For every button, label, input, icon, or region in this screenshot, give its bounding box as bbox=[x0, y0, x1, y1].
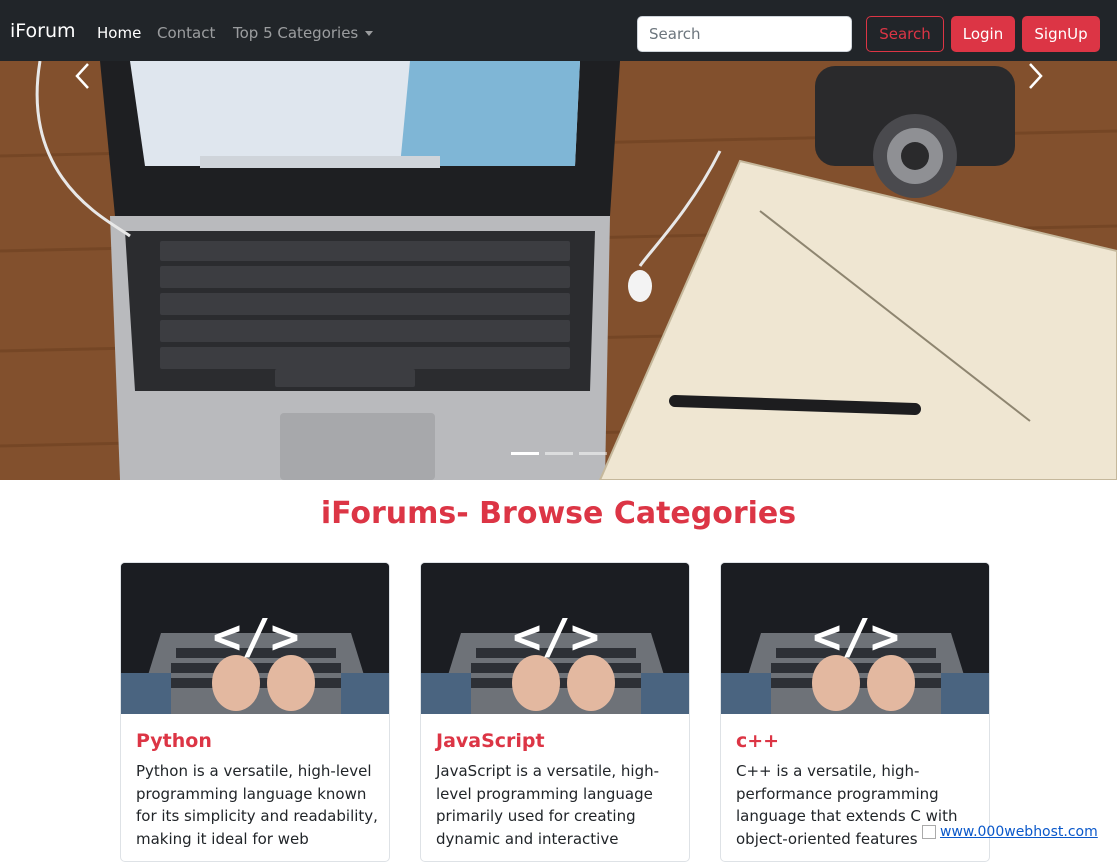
category-card: </> JavaScript JavaScript is a versatile… bbox=[420, 562, 690, 862]
nav-link-contact[interactable]: Contact bbox=[157, 24, 215, 42]
section-heading: iForums- Browse Categories bbox=[320, 496, 797, 531]
category-card: </> Python Python is a versatile, high-l… bbox=[120, 562, 390, 862]
svg-text:</>: </> bbox=[513, 609, 600, 665]
search-button[interactable]: Search bbox=[866, 16, 944, 52]
signup-button[interactable]: SignUp bbox=[1022, 16, 1100, 52]
host-watermark-link[interactable]: www.000webhost.com bbox=[922, 824, 1098, 840]
svg-text:</>: </> bbox=[213, 609, 300, 665]
card-title[interactable]: JavaScript bbox=[436, 729, 545, 753]
card-title[interactable]: c++ bbox=[736, 729, 779, 753]
card-image: </> bbox=[421, 563, 689, 714]
nav-dropdown-label: Top 5 Categories bbox=[233, 24, 359, 42]
navbar: iForum Home Contact Top 5 Categories Sea… bbox=[0, 0, 1117, 61]
brand-logo[interactable]: iForum bbox=[10, 19, 76, 43]
login-button[interactable]: Login bbox=[951, 16, 1015, 52]
chevron-left-icon[interactable] bbox=[68, 61, 98, 91]
carousel-indicator[interactable] bbox=[511, 452, 539, 455]
hero-image bbox=[0, 61, 1117, 480]
nav-dropdown-categories[interactable]: Top 5 Categories bbox=[233, 24, 374, 42]
broken-image-icon bbox=[922, 825, 936, 839]
chevron-right-icon[interactable] bbox=[1020, 61, 1050, 91]
card-image: </> bbox=[121, 563, 389, 714]
card-text: Python is a versatile, high-level progra… bbox=[136, 762, 378, 848]
carousel-indicators bbox=[511, 452, 607, 455]
card-text: JavaScript is a versatile, high-level pr… bbox=[436, 762, 660, 848]
carousel-indicator[interactable] bbox=[579, 452, 607, 455]
svg-text:</>: </> bbox=[813, 609, 900, 665]
category-card: </> c++ C++ is a versatile, high-perform… bbox=[720, 562, 990, 862]
search-input[interactable] bbox=[637, 16, 852, 52]
card-title[interactable]: Python bbox=[136, 729, 212, 753]
caret-down-icon bbox=[365, 31, 374, 36]
card-image: </> bbox=[721, 563, 989, 714]
hero-carousel bbox=[0, 61, 1117, 480]
watermark-text: www.000webhost.com bbox=[940, 824, 1098, 840]
nav-link-home[interactable]: Home bbox=[97, 24, 141, 42]
carousel-indicator[interactable] bbox=[545, 452, 573, 455]
